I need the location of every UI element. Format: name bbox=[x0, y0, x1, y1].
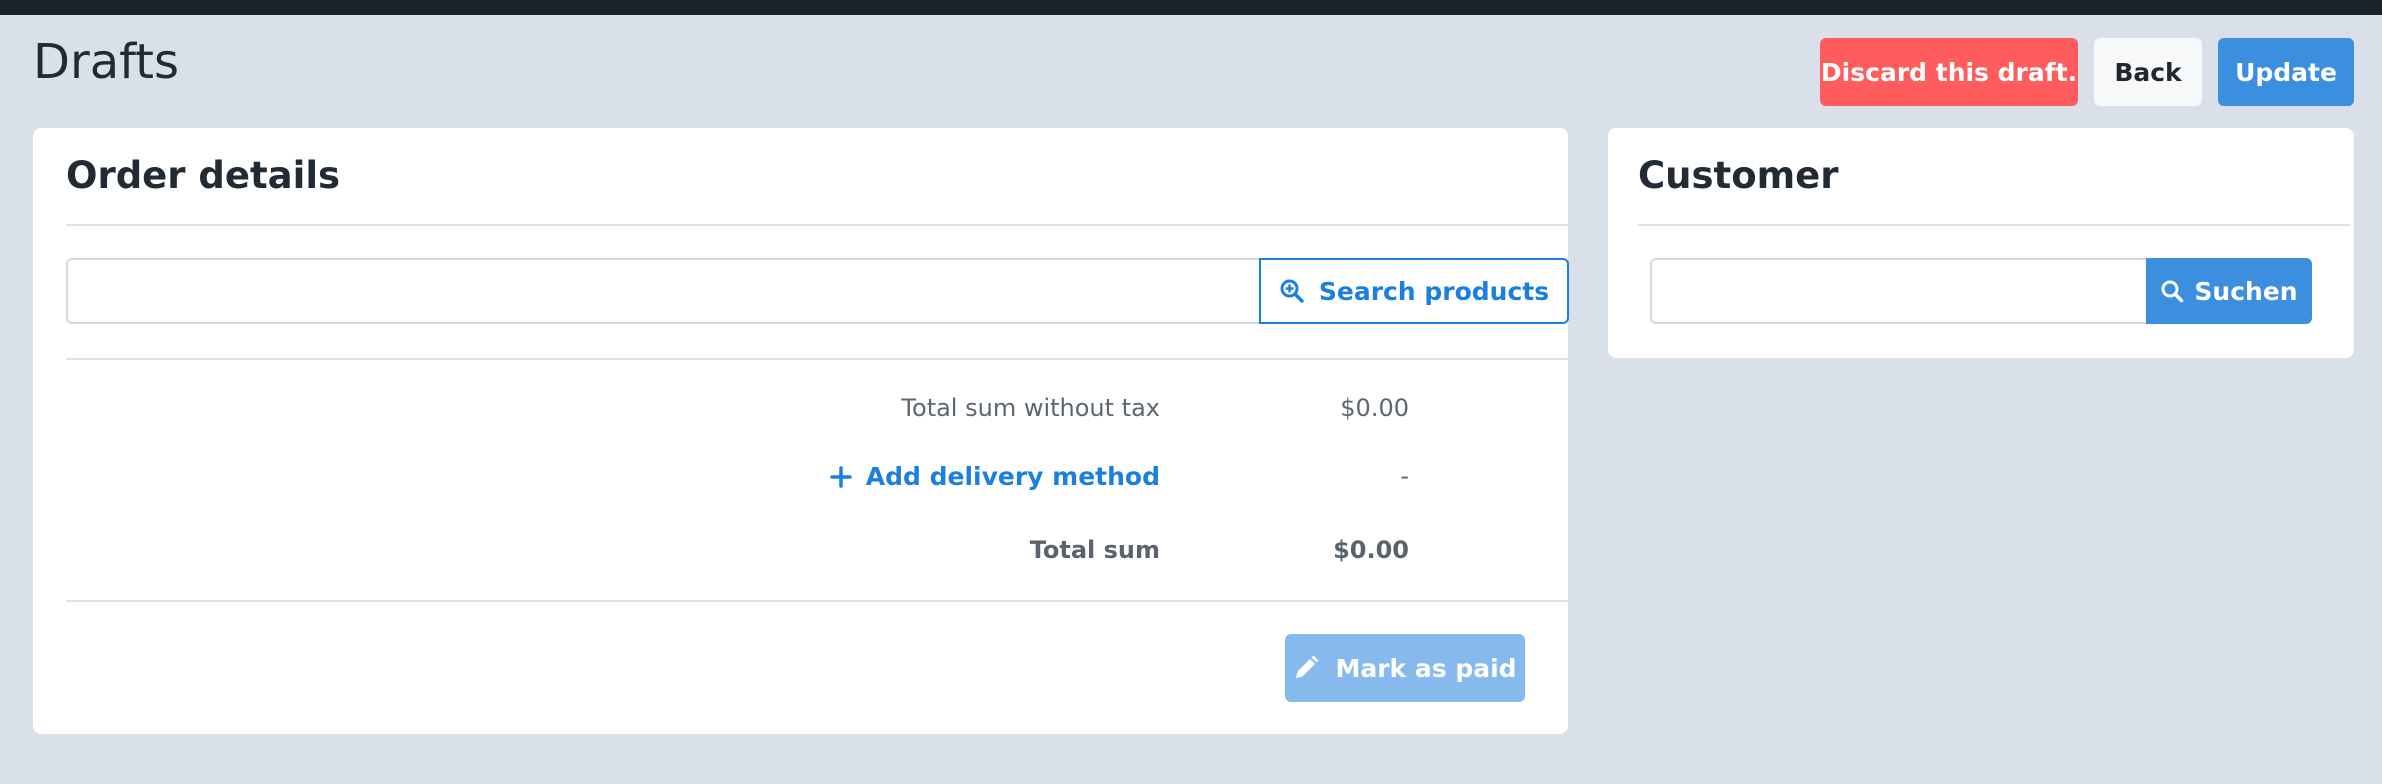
top-navigation-bar bbox=[0, 0, 2382, 15]
customer-card: Customer Suchen bbox=[1608, 128, 2354, 358]
total-sum-value: $0.00 bbox=[1333, 536, 1409, 564]
update-button[interactable]: Update bbox=[2218, 38, 2354, 106]
product-search-input[interactable] bbox=[66, 258, 1260, 324]
subtotal-value: $0.00 bbox=[1340, 394, 1409, 422]
search-divider bbox=[66, 358, 1568, 360]
discard-draft-button[interactable]: Discard this draft. bbox=[1820, 38, 2078, 106]
total-sum-label: Total sum bbox=[1029, 536, 1160, 564]
customer-search-label: Suchen bbox=[2194, 276, 2298, 306]
delivery-value: - bbox=[1400, 462, 1409, 490]
totals-divider bbox=[66, 600, 1568, 602]
search-products-label: Search products bbox=[1318, 276, 1550, 306]
subtotal-label: Total sum without tax bbox=[901, 394, 1160, 422]
customer-search-input[interactable] bbox=[1650, 258, 2146, 324]
back-button[interactable]: Back bbox=[2094, 38, 2202, 106]
zoom-in-icon bbox=[1279, 278, 1305, 304]
add-delivery-method-label: Add delivery method bbox=[865, 462, 1160, 491]
customer-title: Customer bbox=[1638, 154, 1839, 197]
customer-search-button[interactable]: Suchen bbox=[2146, 258, 2312, 324]
search-products-button[interactable]: Search products bbox=[1259, 258, 1569, 324]
page-title: Drafts bbox=[33, 34, 179, 90]
search-icon bbox=[2160, 279, 2184, 303]
order-title-divider bbox=[66, 224, 1568, 226]
mark-as-paid-button[interactable]: Mark as paid bbox=[1285, 634, 1525, 702]
add-delivery-method-link[interactable]: Add delivery method bbox=[830, 462, 1160, 491]
mark-as-paid-label: Mark as paid bbox=[1335, 653, 1517, 683]
order-details-title: Order details bbox=[66, 154, 341, 197]
order-details-card: Order details Search products Total sum … bbox=[33, 128, 1569, 734]
plus-icon bbox=[830, 465, 852, 488]
pencil-icon bbox=[1293, 655, 1319, 681]
customer-title-divider bbox=[1638, 224, 2351, 226]
